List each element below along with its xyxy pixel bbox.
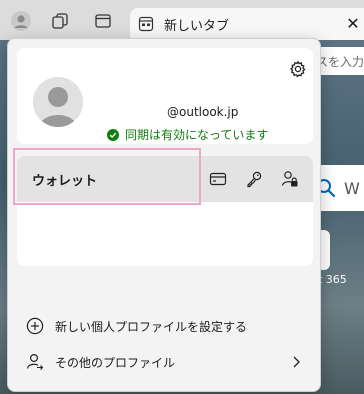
password-lock-icon <box>281 171 298 187</box>
account-email: @outlook.jp <box>167 105 239 119</box>
wallet-card: ウォレット <box>17 156 313 266</box>
gear-icon <box>290 60 306 78</box>
check-circle-icon <box>107 128 119 141</box>
address-bar-placeholder: スを入力 <box>316 54 364 69</box>
default-user-icon <box>33 77 83 127</box>
vertical-tabs-icon <box>95 14 111 28</box>
workspaces-icon <box>52 13 68 29</box>
key-icon <box>247 171 262 188</box>
wallet-row[interactable]: ウォレット <box>17 156 313 202</box>
tab-title: 新しいタブ <box>164 19 230 34</box>
profile-settings-button[interactable] <box>285 56 311 82</box>
sync-status: 同期は有効になっています <box>107 126 268 143</box>
wallet-label[interactable]: ウォレット <box>32 170 97 189</box>
workspaces-button[interactable] <box>45 6 75 36</box>
payment-methods-button[interactable] <box>207 168 229 190</box>
add-profile-button[interactable]: 新しい個人プロファイルを設定する <box>25 313 309 339</box>
sync-status-text: 同期は有効になっています <box>125 128 269 142</box>
other-profiles-button[interactable]: その他のプロファイル <box>25 349 309 375</box>
new-tab-icon <box>138 16 154 35</box>
password-manager-button[interactable] <box>279 168 301 190</box>
profile-button[interactable] <box>6 6 36 36</box>
switch-profile-icon <box>25 352 45 372</box>
add-circle-icon <box>25 316 45 336</box>
avatar[interactable] <box>33 77 83 127</box>
tab-actions-button[interactable] <box>88 6 118 36</box>
other-profiles-label: その他のプロファイル <box>55 355 176 370</box>
profile-card: @outlook.jp 同期は有効になっています <box>17 48 313 144</box>
profile-avatar-icon <box>11 11 31 31</box>
add-profile-label: 新しい個人プロファイルを設定する <box>55 319 248 334</box>
tab-new-tab[interactable]: 新しいタブ ✕ <box>130 8 364 40</box>
browser-tab-bar: 新しいタブ ✕ <box>0 0 364 40</box>
card-icon <box>209 172 227 186</box>
profile-flyout: @outlook.jp 同期は有効になっています ウォレット 新しい個人プロファ… <box>7 38 321 392</box>
chevron-right-icon <box>289 354 303 373</box>
tab-close-button[interactable]: ✕ <box>342 13 364 35</box>
search-hint-text: W <box>344 178 360 198</box>
passwords-button[interactable] <box>243 168 265 190</box>
m365-link-label[interactable]: t 365 <box>318 273 347 286</box>
